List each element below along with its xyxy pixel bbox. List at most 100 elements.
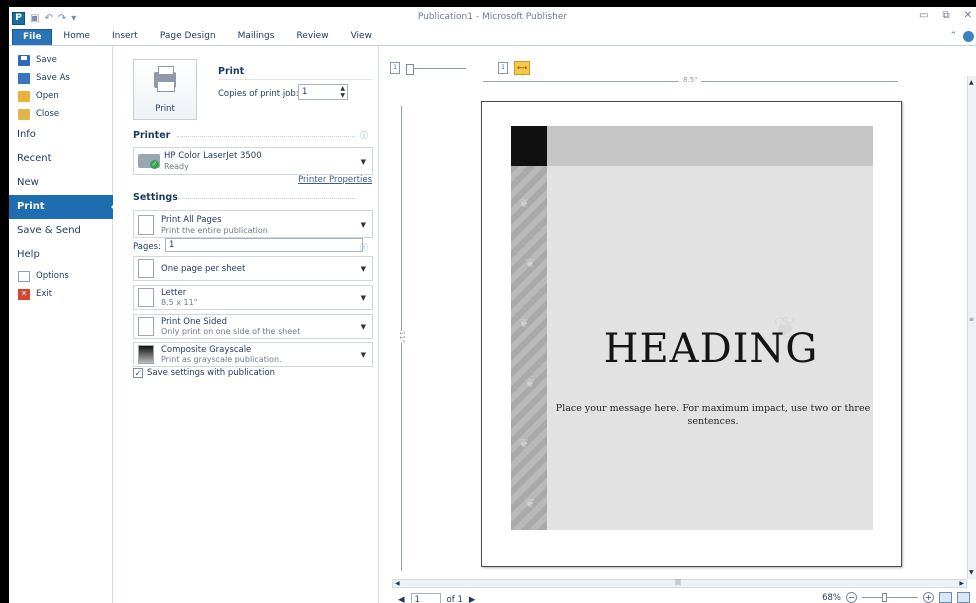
scroll-up-icon[interactable]: ▲ (969, 79, 974, 86)
undo-icon[interactable]: ↶ (44, 13, 52, 24)
nav-options[interactable]: Options (9, 267, 112, 285)
ruler-height-label: 11" (398, 330, 407, 344)
ready-check-icon: ✓ (150, 160, 159, 169)
nav-close-label: Close (36, 109, 60, 119)
leaf-pattern-strip: ❦ ❦ ❦ ❦ ❦ ❦ (511, 166, 547, 530)
printer-dropdown[interactable]: ✓ HP Color LaserJet 3500 Ready ▼ (133, 147, 373, 175)
paper-size-dropdown[interactable]: Letter 8.5 x 11" ▼ (133, 285, 373, 310)
print-heading: Print (218, 66, 245, 77)
sides-dropdown[interactable]: Print One Sided Only print on one side o… (133, 314, 373, 339)
info-icon[interactable]: ⓘ (360, 130, 368, 141)
nav-help[interactable]: Help (9, 243, 112, 267)
print-preview: 1 1 ⟷ 8.5" 11" ❦ ❦ ❦ ❦ ❦ ❦ ❦ HEADING Pla… (380, 46, 976, 603)
layout-dropdown[interactable]: One page per sheet ▼ (133, 256, 373, 281)
tab-mailings[interactable]: Mailings (227, 29, 286, 45)
nav-info[interactable]: Info (9, 123, 112, 147)
title-bar: P ▣ ↶ ↷ ▾ Publication1 - Microsoft Publi… (9, 7, 976, 29)
printer-properties-link[interactable]: Printer Properties (298, 175, 372, 185)
tab-page-design[interactable]: Page Design (149, 29, 227, 45)
page-design: ❦ ❦ ❦ ❦ ❦ ❦ ❦ HEADING Place your message… (511, 126, 873, 530)
previous-page-icon[interactable]: ◀ (398, 595, 405, 603)
close-icon[interactable]: ✕ (964, 10, 972, 21)
nav-save[interactable]: Save (9, 51, 112, 69)
help-icon[interactable] (963, 31, 974, 42)
tab-insert[interactable]: Insert (101, 29, 149, 45)
leaf-icon: ❦ (519, 316, 530, 330)
settings-section-title: Settings (133, 192, 178, 203)
page-heading: HEADING (603, 326, 819, 372)
nav-save-send[interactable]: Save & Send (9, 219, 112, 243)
publisher-app-icon[interactable]: P (12, 11, 25, 25)
open-folder-icon (18, 90, 30, 102)
printer-section-title: Printer (133, 130, 171, 141)
leaf-icon: ❦ (519, 436, 530, 450)
horizontal-scrollbar[interactable]: ◀ ||| ▶ (392, 579, 967, 588)
page-navigator: ◀ 1 of 1 ▶ (398, 593, 475, 603)
ruler-toggle-icon[interactable]: ⟷ (514, 61, 530, 75)
print-pages-dropdown[interactable]: Print All Pages Print the entire publica… (133, 210, 373, 238)
page-message: Place your message here. For maximum imp… (555, 403, 871, 427)
top-band (547, 126, 873, 166)
current-page-input[interactable]: 1 (410, 593, 441, 603)
copies-stepper[interactable]: 1 ▲ ▼ (298, 84, 348, 100)
sheet-slider[interactable] (406, 63, 466, 75)
chevron-down-icon: ▼ (360, 221, 366, 229)
save-icon[interactable]: ▣ (30, 13, 39, 24)
multiple-pages-icon[interactable] (957, 592, 970, 603)
nav-recent[interactable]: Recent (9, 147, 112, 171)
print-settings-panel: Print Print Copies of print job: 1 ▲ ▼ Pr… (113, 46, 379, 603)
zoom-slider-thumb[interactable] (882, 593, 887, 602)
paper-icon (138, 288, 154, 307)
grayscale-icon (138, 345, 154, 364)
scroll-down-icon[interactable]: ▼ (969, 569, 974, 576)
window-controls: ▭ ⧉ ✕ (919, 10, 972, 21)
tab-review[interactable]: Review (285, 29, 339, 45)
preview-toolbar: 1 1 ⟷ (390, 61, 530, 75)
info-icon[interactable]: ⓘ (360, 242, 368, 253)
zoom-slider[interactable] (862, 593, 918, 602)
tab-home[interactable]: Home (52, 29, 101, 45)
nav-exit[interactable]: ✕ Exit (9, 285, 112, 303)
chevron-down-icon: ▼ (360, 323, 366, 331)
zoom-level: 68% (822, 592, 841, 603)
nav-open[interactable]: Open (9, 87, 112, 105)
nav-save-as[interactable]: Save As (9, 69, 112, 87)
nav-save-as-label: Save As (36, 73, 70, 83)
vertical-scrollbar[interactable]: ▲ ≡ ▼ (967, 76, 976, 579)
copies-label: Copies of print job: (218, 89, 299, 99)
nav-new[interactable]: New (9, 171, 112, 195)
redo-icon[interactable]: ↷ (58, 13, 66, 24)
scroll-grip-icon[interactable]: ≡ (969, 316, 974, 323)
fit-to-page-icon[interactable] (939, 592, 952, 603)
layout-title: One page per sheet (161, 264, 246, 274)
tab-view[interactable]: View (340, 29, 383, 45)
restore-icon[interactable]: ⧉ (942, 10, 949, 21)
scroll-left-icon[interactable]: ◀ (395, 580, 400, 587)
preview-page: ❦ ❦ ❦ ❦ ❦ ❦ ❦ HEADING Place your message… (481, 101, 902, 567)
exit-icon: ✕ (18, 288, 30, 300)
multiple-sheets-icon[interactable]: 1 (498, 62, 508, 74)
paper-subtitle: 8.5 x 11" (161, 298, 198, 307)
spinner-arrows-icon[interactable]: ▲ ▼ (340, 85, 345, 99)
customize-icon[interactable]: ▾ (71, 13, 76, 24)
single-page-icon[interactable]: 1 (390, 62, 400, 74)
minimize-ribbon-icon[interactable]: ⌃ (949, 31, 957, 42)
tab-file[interactable]: File (12, 29, 53, 45)
pages-input[interactable]: 1 (165, 238, 363, 252)
zoom-in-icon[interactable]: + (923, 592, 934, 603)
nav-close[interactable]: Close (9, 105, 112, 123)
save-settings-checkbox[interactable]: ✓ (133, 368, 143, 378)
save-settings-label: Save settings with publication (147, 368, 275, 378)
minimize-icon[interactable]: ▭ (919, 10, 928, 21)
nav-print[interactable]: Print (9, 195, 118, 219)
next-page-icon[interactable]: ▶ (469, 595, 476, 603)
scroll-grip-icon[interactable]: ||| (675, 579, 681, 586)
print-button[interactable]: Print (133, 59, 197, 120)
one-sided-icon (138, 317, 154, 336)
scroll-right-icon[interactable]: ▶ (959, 580, 964, 587)
zoom-out-icon[interactable]: − (846, 592, 857, 603)
leaf-icon: ❦ (525, 256, 536, 270)
chevron-down-icon: ▼ (360, 265, 366, 273)
color-dropdown[interactable]: Composite Grayscale Print as grayscale p… (133, 342, 373, 367)
close-folder-icon (18, 108, 30, 120)
